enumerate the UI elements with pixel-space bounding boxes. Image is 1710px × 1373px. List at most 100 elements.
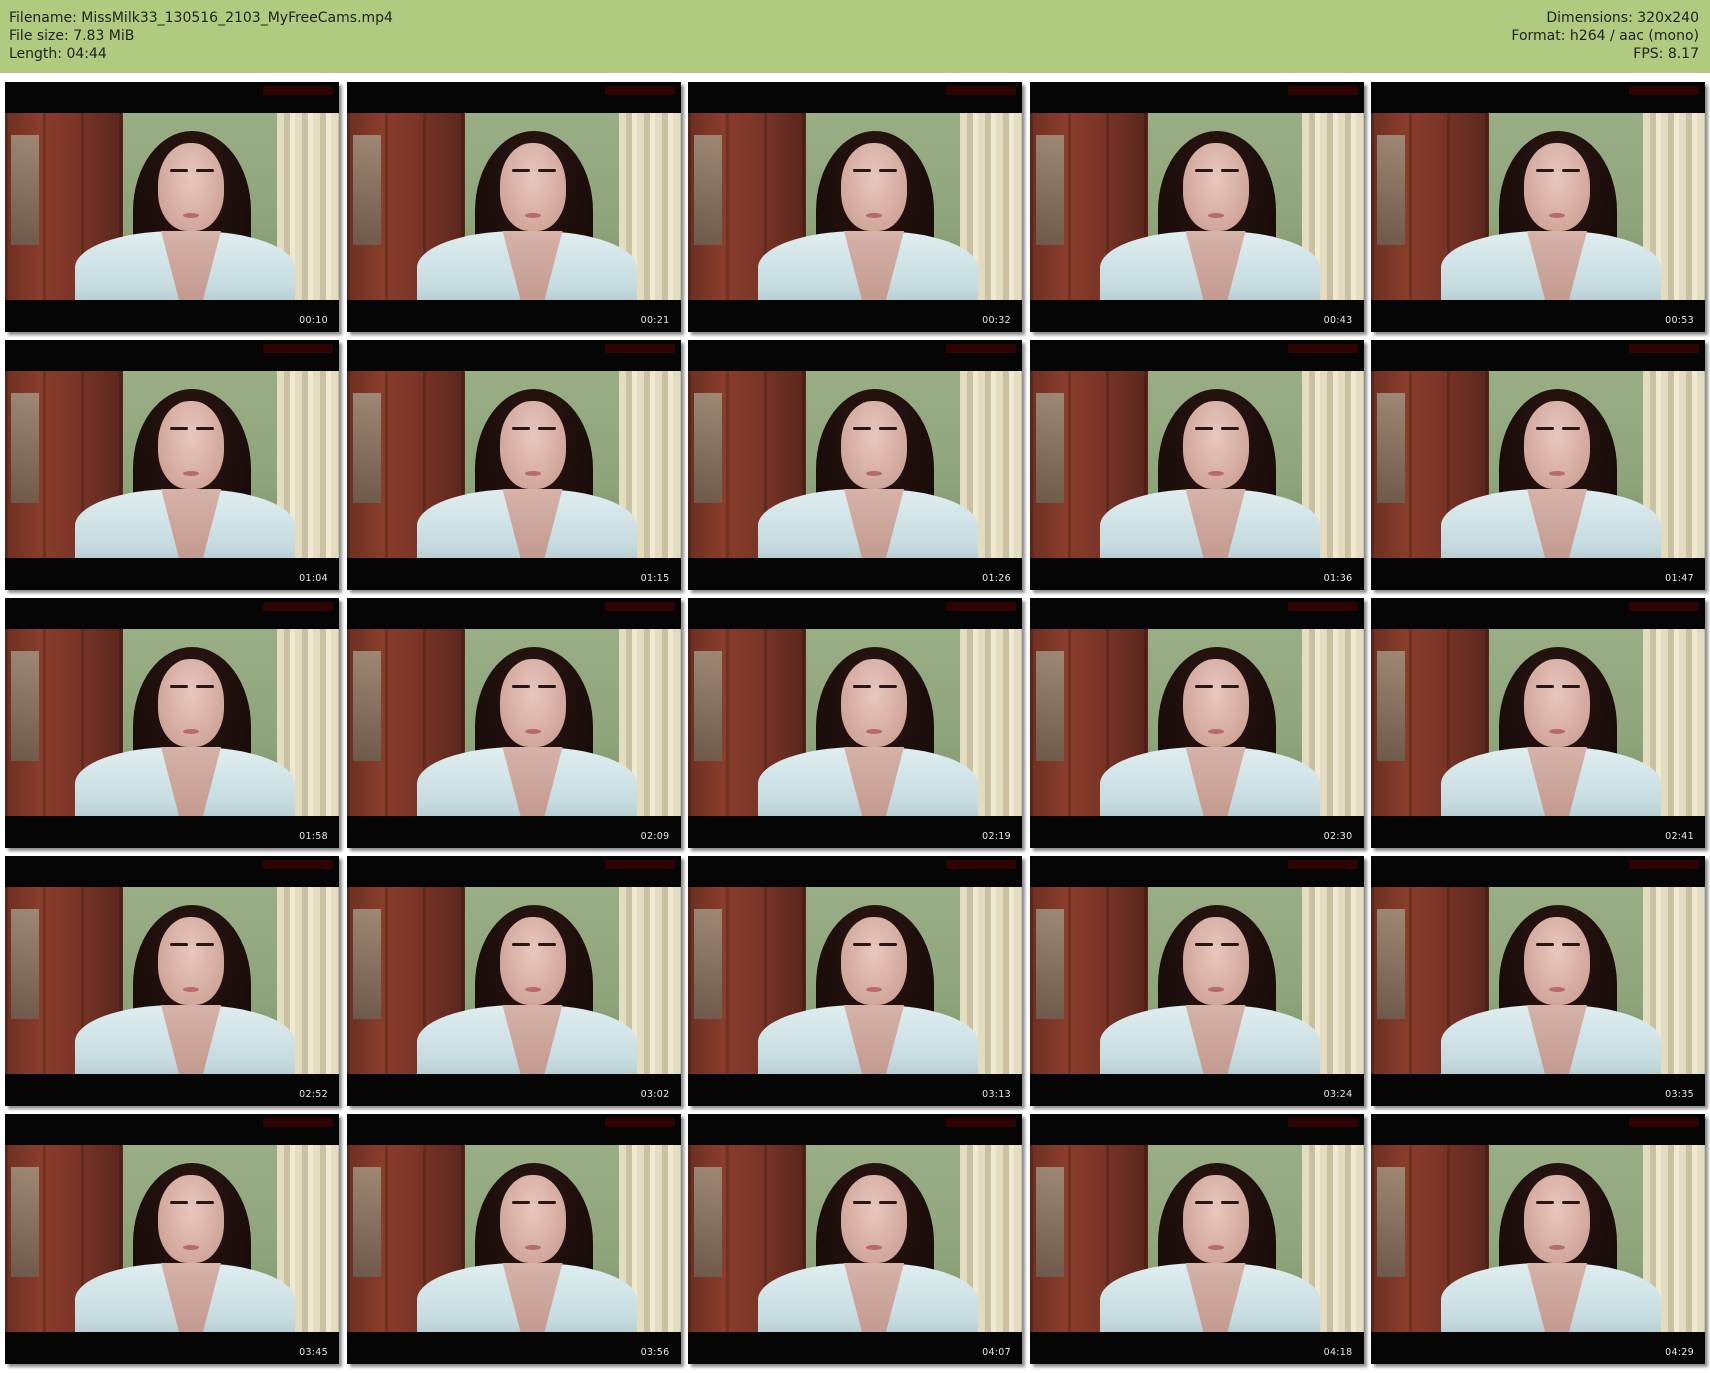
left-eyebrow <box>853 1201 871 1204</box>
video-frame-image <box>346 629 681 816</box>
left-eyebrow <box>1194 943 1213 946</box>
video-thumbnail: 02:41 <box>1371 598 1705 848</box>
cabinet-glass <box>1377 393 1405 503</box>
video-thumbnail: 00:43 <box>1029 82 1364 332</box>
cabinet-glass <box>1035 1167 1064 1277</box>
video-frame-image <box>688 629 1022 816</box>
cabinet-glass <box>352 393 381 503</box>
left-eyebrow <box>1194 427 1213 430</box>
thumbnail-timestamp: 00:10 <box>299 315 328 326</box>
video-thumbnail: 01:26 <box>688 340 1022 590</box>
watermark-logo <box>604 86 675 95</box>
cabinet-glass <box>694 135 722 245</box>
watermark-logo <box>1629 602 1699 611</box>
thumbnail-timestamp: 04:29 <box>1665 1347 1694 1358</box>
right-eyebrow <box>1220 169 1239 172</box>
thumbnail-timestamp: 02:19 <box>982 831 1011 842</box>
left-eyebrow <box>170 1201 188 1204</box>
thumbnail-timestamp: 02:09 <box>640 831 670 842</box>
lips <box>524 471 541 476</box>
thumbnail-timestamp: 00:53 <box>1665 315 1694 326</box>
right-eyebrow <box>879 427 897 430</box>
video-thumbnail: 01:15 <box>346 340 681 590</box>
lips <box>1207 1245 1224 1250</box>
watermark-logo <box>946 860 1016 869</box>
thumbnail-timestamp: 02:41 <box>1665 831 1694 842</box>
thumbnail-timestamp: 01:36 <box>1323 573 1353 584</box>
right-eyebrow <box>879 1201 897 1204</box>
thumbnail-timestamp: 01:58 <box>299 831 328 842</box>
cabinet-glass <box>11 909 39 1019</box>
video-frame-image <box>1029 887 1364 1074</box>
watermark-logo <box>946 344 1016 353</box>
format-text: Format: h264 / aac (mono) <box>1511 28 1699 44</box>
left-eyebrow <box>170 427 188 430</box>
thumbnail-timestamp: 03:02 <box>640 1089 670 1100</box>
video-thumbnail: 03:02 <box>346 856 681 1106</box>
fps-text: FPS: 8.17 <box>1633 46 1699 62</box>
cabinet-glass <box>1035 135 1064 245</box>
video-thumbnail: 04:18 <box>1029 1114 1364 1364</box>
left-eyebrow <box>511 943 530 946</box>
thumbnail-timestamp: 03:45 <box>299 1347 328 1358</box>
thumbnail-timestamp: 02:52 <box>299 1089 328 1100</box>
left-eyebrow <box>511 169 530 172</box>
video-thumbnail: 04:29 <box>1371 1114 1705 1364</box>
lips <box>183 729 199 734</box>
left-eyebrow <box>511 685 530 688</box>
right-eyebrow <box>1562 1201 1580 1204</box>
right-eyebrow <box>537 943 556 946</box>
video-thumbnail: 00:32 <box>688 82 1022 332</box>
thumbnail-timestamp: 03:24 <box>1323 1089 1353 1100</box>
lips <box>183 987 199 992</box>
cabinet-glass <box>694 909 722 1019</box>
right-eyebrow <box>1220 427 1239 430</box>
video-frame-image <box>1371 887 1705 1074</box>
right-eyebrow <box>537 1201 556 1204</box>
thumbnail-timestamp: 03:56 <box>640 1347 670 1358</box>
video-thumbnail: 02:52 <box>5 856 339 1106</box>
video-frame-image <box>688 371 1022 558</box>
right-eyebrow <box>196 169 214 172</box>
cabinet-glass <box>694 393 722 503</box>
right-eyebrow <box>1220 1201 1239 1204</box>
thumbnail-timestamp: 01:47 <box>1665 573 1694 584</box>
right-eyebrow <box>1562 685 1580 688</box>
lips <box>1549 213 1565 218</box>
video-thumbnail: 01:04 <box>5 340 339 590</box>
right-eyebrow <box>196 685 214 688</box>
left-eyebrow <box>1536 685 1554 688</box>
lips <box>183 213 199 218</box>
thumbnail-timestamp: 00:21 <box>640 315 670 326</box>
file-size-text: File size: 7.83 MiB <box>9 28 135 44</box>
thumbnail-timestamp: 01:15 <box>640 573 670 584</box>
lips <box>1549 987 1565 992</box>
video-thumbnail: 03:24 <box>1029 856 1364 1106</box>
video-thumbnail: 04:07 <box>688 1114 1022 1364</box>
watermark-logo <box>263 860 333 869</box>
video-thumbnail: 03:56 <box>346 1114 681 1364</box>
cabinet-glass <box>1377 651 1405 761</box>
watermark-logo <box>946 86 1016 95</box>
cabinet-glass <box>11 651 39 761</box>
watermark-logo <box>1287 86 1358 95</box>
left-eyebrow <box>1536 169 1554 172</box>
right-eyebrow <box>1562 169 1580 172</box>
cabinet-glass <box>352 651 381 761</box>
lips <box>524 729 541 734</box>
video-frame-image <box>688 113 1022 300</box>
watermark-logo <box>604 860 675 869</box>
file-info-right: Dimensions: 320x240 Format: h264 / aac (… <box>1511 9 1699 63</box>
left-eyebrow <box>170 685 188 688</box>
cabinet-glass <box>352 1167 381 1277</box>
right-eyebrow <box>196 943 214 946</box>
left-eyebrow <box>1536 427 1554 430</box>
video-frame-image <box>688 1145 1022 1332</box>
lips <box>1207 987 1224 992</box>
thumbnail-timestamp: 03:35 <box>1665 1089 1694 1100</box>
lips <box>1207 471 1224 476</box>
cabinet-glass <box>1377 135 1405 245</box>
video-thumbnail: 01:47 <box>1371 340 1705 590</box>
cabinet-glass <box>11 1167 39 1277</box>
watermark-logo <box>1629 1118 1699 1127</box>
